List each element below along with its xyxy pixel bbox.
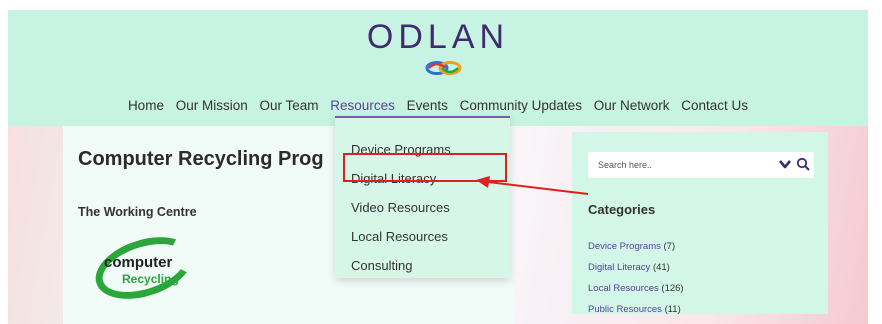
logo-text-recycling: Recycling bbox=[122, 272, 179, 286]
site-logo-text[interactable]: ODLAN bbox=[8, 18, 868, 57]
categories-list: Device Programs (7) Digital Literacy (41… bbox=[588, 236, 684, 320]
category-count: (126) bbox=[661, 283, 684, 294]
main-navigation: Home Our Mission Our Team Resources Even… bbox=[8, 98, 868, 113]
org-name: The Working Centre bbox=[78, 205, 197, 219]
site-header: ODLAN Home Our Mission Our Team Resource… bbox=[8, 10, 868, 126]
category-link[interactable]: Public Resources bbox=[588, 304, 662, 315]
annotation-highlight-box bbox=[343, 153, 507, 182]
category-item: Digital Literacy (41) bbox=[588, 257, 684, 278]
category-link[interactable]: Device Programs bbox=[588, 241, 661, 252]
nav-home[interactable]: Home bbox=[128, 98, 164, 113]
menu-item-consulting[interactable]: Consulting bbox=[351, 258, 412, 273]
nav-community-updates[interactable]: Community Updates bbox=[460, 98, 582, 113]
categories-heading: Categories bbox=[588, 202, 656, 217]
logo-text-computer: computer bbox=[104, 254, 173, 271]
search-box bbox=[588, 152, 814, 178]
nav-events[interactable]: Events bbox=[407, 98, 448, 113]
search-input[interactable] bbox=[596, 155, 770, 175]
nav-resources[interactable]: Resources bbox=[330, 98, 395, 113]
category-item: Local Resources (126) bbox=[588, 278, 684, 299]
category-link[interactable]: Digital Literacy bbox=[588, 262, 650, 273]
category-count: (11) bbox=[664, 304, 681, 315]
category-item: Public Resources (11) bbox=[588, 299, 684, 320]
menu-item-video-resources[interactable]: Video Resources bbox=[351, 200, 450, 215]
category-count: (41) bbox=[652, 262, 670, 273]
category-item: Device Programs (7) bbox=[588, 236, 684, 257]
nav-our-mission[interactable]: Our Mission bbox=[176, 98, 248, 113]
nav-contact-us[interactable]: Contact Us bbox=[681, 98, 748, 113]
category-count: (7) bbox=[663, 241, 676, 252]
search-icon[interactable] bbox=[796, 157, 810, 171]
resources-dropdown-menu: Device Programs Digital Literacy Video R… bbox=[335, 116, 510, 278]
chain-links-logo-icon bbox=[425, 61, 462, 75]
computer-recycling-logo: computer Recycling bbox=[87, 225, 202, 311]
chevron-down-icon[interactable] bbox=[778, 157, 792, 171]
page-title: Computer Recycling Prog bbox=[78, 148, 324, 170]
nav-our-team[interactable]: Our Team bbox=[260, 98, 319, 113]
category-link[interactable]: Local Resources bbox=[588, 283, 659, 294]
menu-item-local-resources[interactable]: Local Resources bbox=[351, 229, 448, 244]
nav-our-network[interactable]: Our Network bbox=[594, 98, 670, 113]
